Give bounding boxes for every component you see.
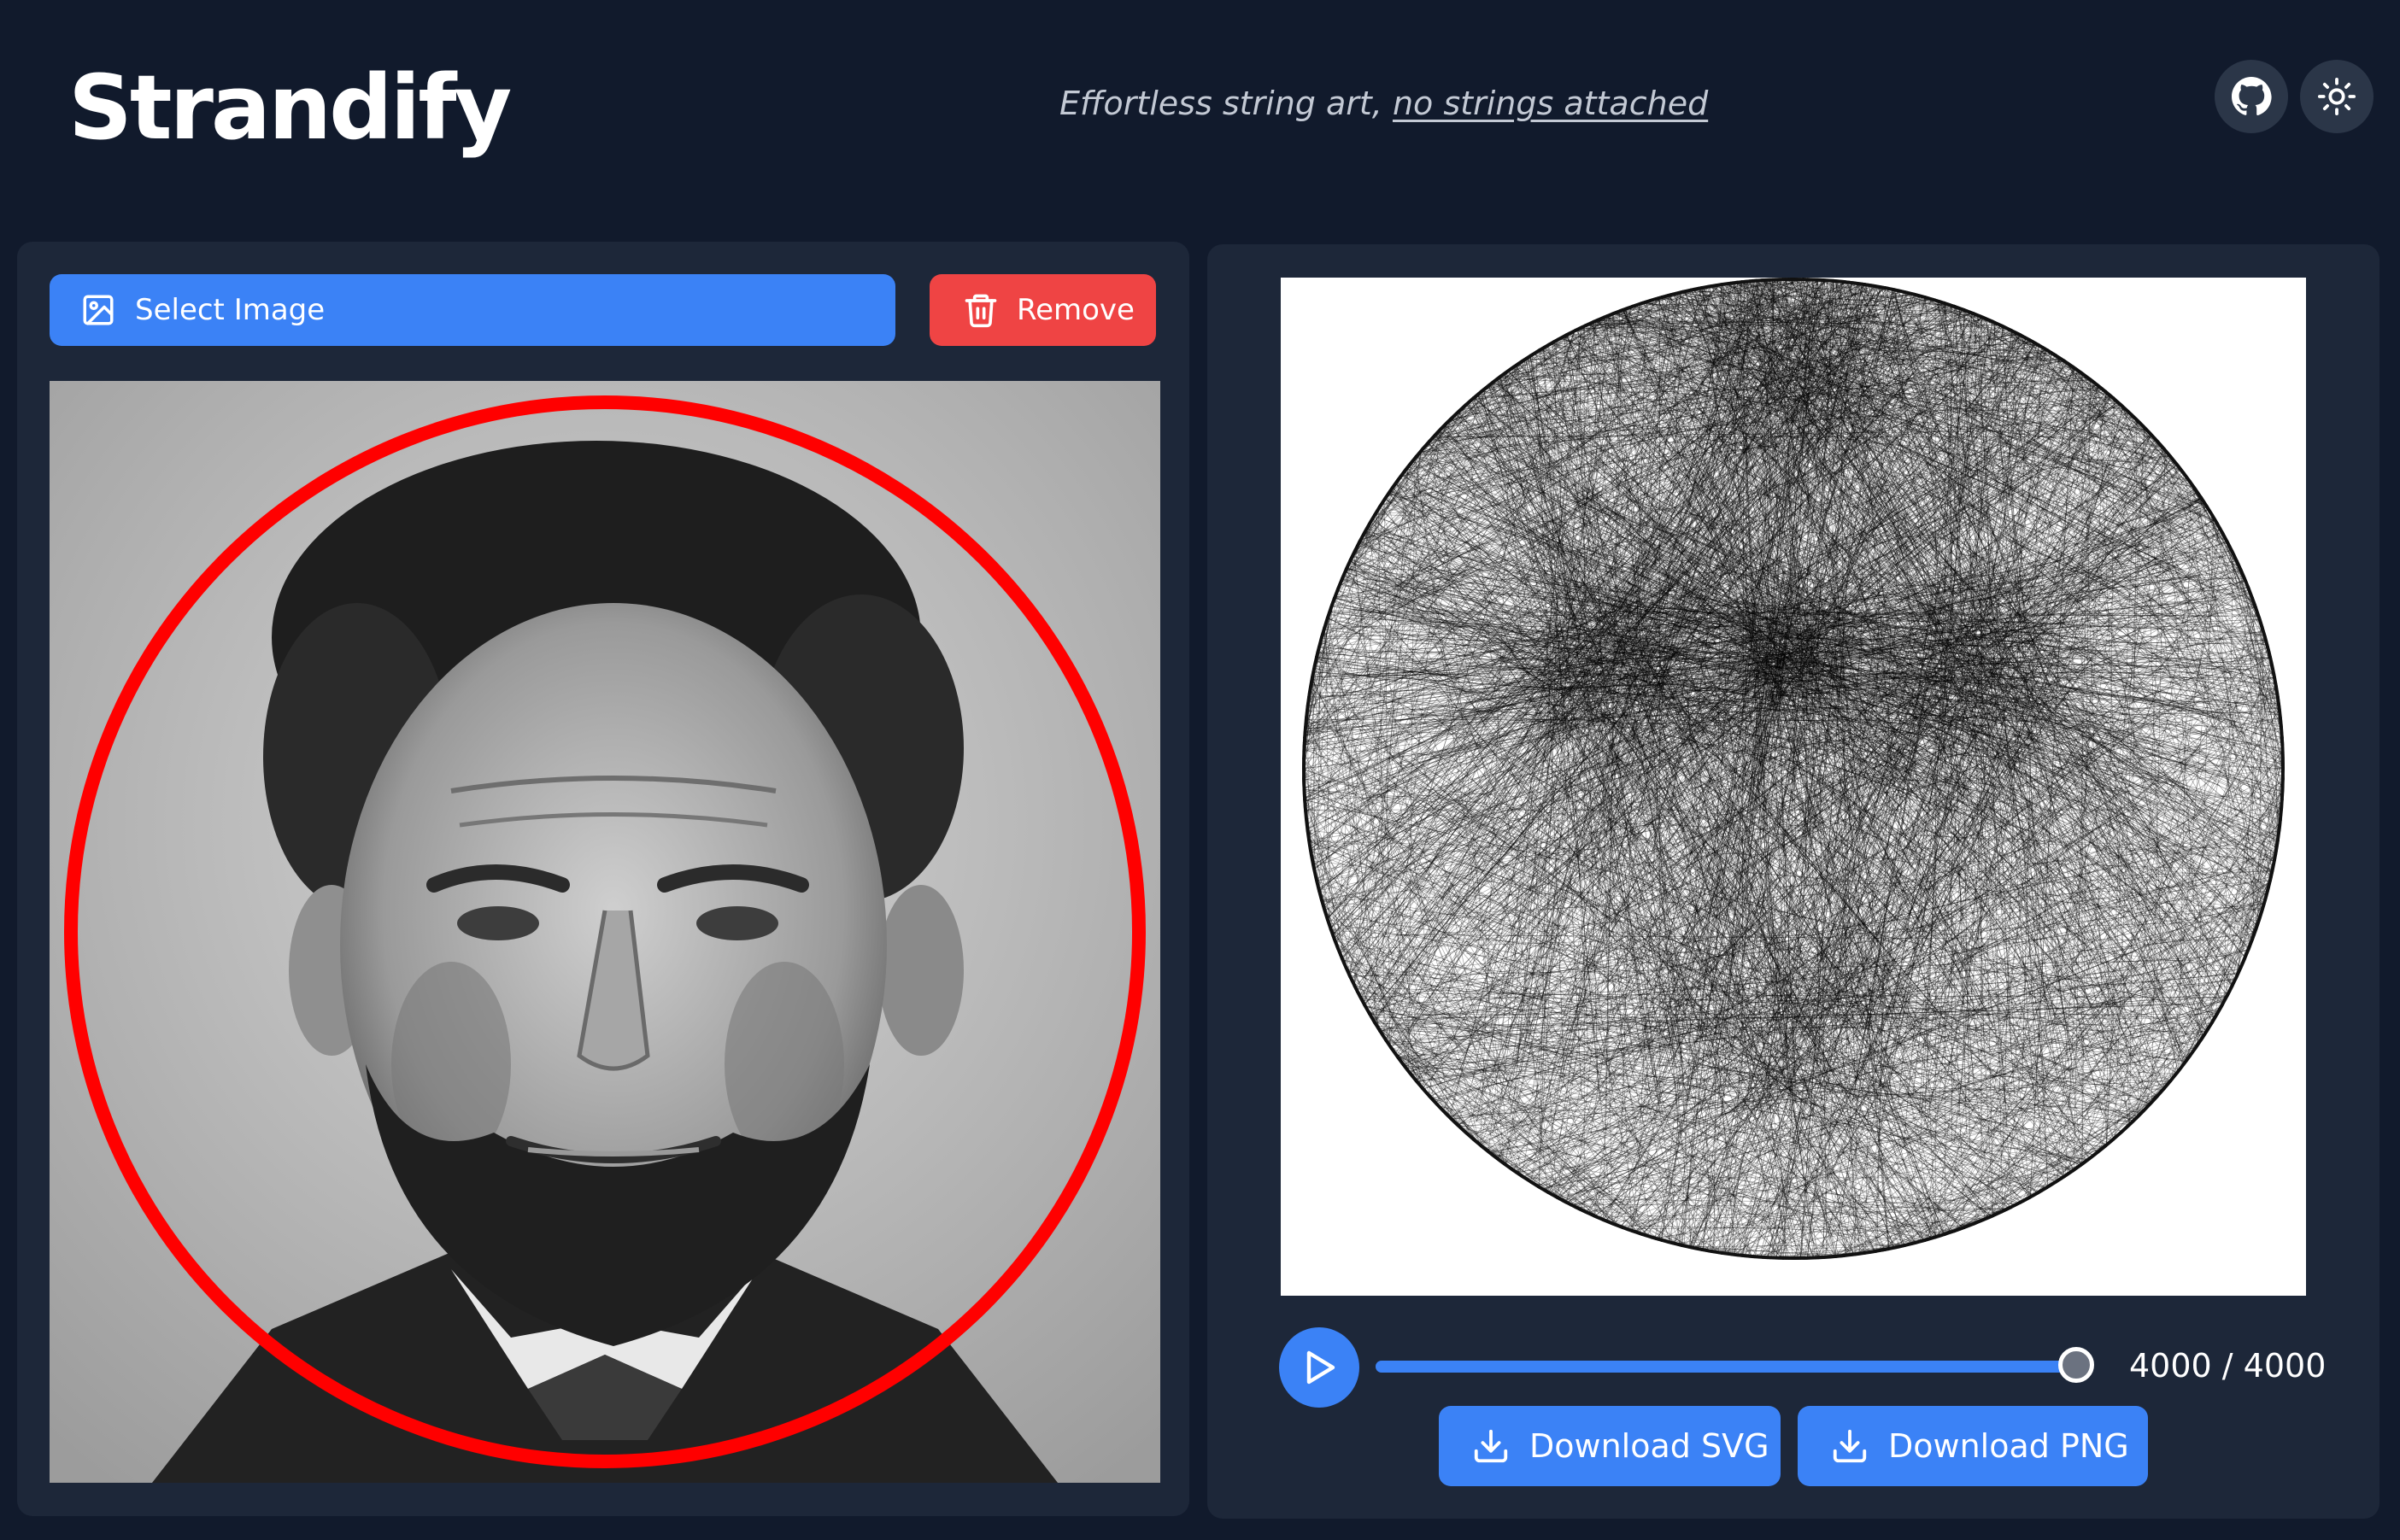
string-art-preview (1302, 278, 2285, 1260)
select-image-button[interactable]: Select Image (50, 274, 895, 346)
remove-button[interactable]: Remove (930, 274, 1156, 346)
download-svg-button[interactable]: Download SVG (1439, 1406, 1781, 1486)
github-button[interactable] (2215, 60, 2288, 133)
tagline-text: Effortless string art, (1059, 85, 1382, 122)
download-png-label: Download PNG (1888, 1427, 2129, 1465)
portrait-photo (50, 381, 1160, 1483)
string-art-canvas (1281, 278, 2306, 1296)
progress-slider-fill (1376, 1361, 2078, 1373)
sun-icon (2317, 77, 2356, 116)
download-icon (1474, 1429, 1508, 1463)
github-icon (2232, 77, 2272, 116)
source-photo[interactable] (50, 381, 1160, 1483)
progress-slider-thumb[interactable] (2058, 1347, 2094, 1383)
select-image-label: Select Image (135, 293, 326, 327)
remove-label: Remove (1017, 293, 1135, 327)
image-icon (83, 295, 114, 325)
tagline-link[interactable]: no strings attached (1393, 85, 1708, 122)
download-svg-label: Download SVG (1529, 1427, 1769, 1465)
play-icon (1306, 1350, 1335, 1385)
trash-icon (965, 294, 997, 328)
download-png-button[interactable]: Download PNG (1798, 1406, 2148, 1486)
progress-slider[interactable] (1376, 1361, 2078, 1373)
progress-counter: 4000 / 4000 (2129, 1347, 2327, 1385)
theme-toggle-button[interactable] (2300, 60, 2374, 133)
tagline: Effortless string art, no strings attach… (1059, 80, 1708, 126)
download-icon (1833, 1429, 1867, 1463)
brand-logo: Strandify (68, 56, 512, 160)
play-button[interactable] (1279, 1327, 1359, 1408)
